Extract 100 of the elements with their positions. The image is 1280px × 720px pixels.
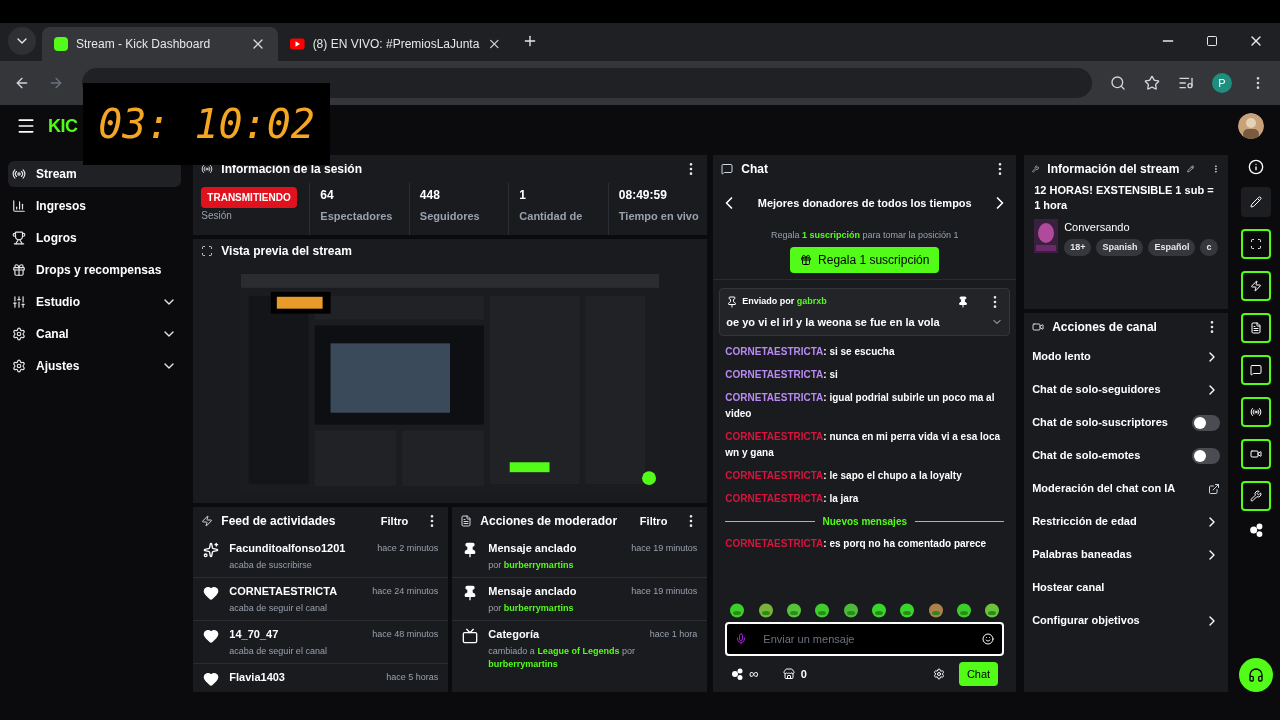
stat-label: Espectadores xyxy=(320,211,394,222)
heart-icon xyxy=(203,671,220,687)
channel-action-label[interactable]: Chat de solo-suscriptores xyxy=(1032,414,1193,431)
emote-icon[interactable] xyxy=(984,601,1001,618)
chat-message: CORNETAESTRICTA: si xyxy=(725,368,839,382)
sidebar-item[interactable]: Drops y recompensas xyxy=(8,257,182,283)
channel-action-label[interactable]: Palabras baneadas xyxy=(1032,546,1205,563)
toggle-switch[interactable] xyxy=(1192,447,1221,464)
channel-action-label[interactable]: Hostear canal xyxy=(1032,579,1221,596)
emote-icon[interactable] xyxy=(955,601,972,618)
action-detail: por burberrymartins xyxy=(488,558,575,572)
channel-action-label[interactable]: Chat de solo-seguidores xyxy=(1032,381,1205,398)
restore-icon[interactable] xyxy=(1206,35,1218,48)
microphone-icon[interactable] xyxy=(735,632,748,645)
zoom-icon[interactable] xyxy=(1110,75,1126,92)
panel-toggle-button[interactable] xyxy=(1241,229,1272,259)
stat-value: 64 xyxy=(320,189,335,201)
gift-subscription-button[interactable]: Regala 1 suscripción xyxy=(790,246,940,273)
menu-icon[interactable] xyxy=(16,116,36,136)
emote-icon[interactable] xyxy=(785,601,802,618)
action-detail: por burberrymartins xyxy=(488,601,575,615)
action-title: Mensaje anclado xyxy=(488,541,578,556)
edit-button[interactable] xyxy=(1241,187,1272,217)
action-title: Mensaje anclado xyxy=(488,584,578,599)
info-icon[interactable] xyxy=(1248,159,1265,175)
sidebar-item[interactable]: Stream xyxy=(8,161,182,187)
channel-action-label[interactable]: Configurar objetivos xyxy=(1032,612,1205,629)
tag-chip[interactable]: Spanish xyxy=(1096,238,1144,256)
sidebar-item[interactable]: Estudio xyxy=(8,289,182,315)
live-status-badge: TRANSMITIENDO xyxy=(201,187,297,208)
panel-toggle-button[interactable] xyxy=(1241,481,1272,511)
activity-time: hace 24 minutos xyxy=(372,585,439,598)
emote-icon[interactable] xyxy=(899,601,916,618)
tag-chip[interactable]: c xyxy=(1200,238,1218,256)
emote-icon[interactable] xyxy=(729,601,746,618)
sidebar-item[interactable]: Ingresos xyxy=(8,193,182,219)
browser-tab[interactable]: Stream - Kick Dashboard xyxy=(42,27,278,62)
sidebar-item[interactable]: Logros xyxy=(8,225,182,251)
send-chat-button[interactable]: Chat xyxy=(958,661,999,686)
channel-action-label[interactable]: Moderación del chat con IA xyxy=(1032,480,1209,497)
broadcast-icon xyxy=(201,163,214,175)
tag-chip[interactable]: Español xyxy=(1148,238,1196,256)
panel-title: Vista previa del stream xyxy=(221,243,352,260)
emote-icon[interactable] xyxy=(927,601,944,618)
support-button[interactable] xyxy=(1239,658,1274,692)
emote-icon[interactable] xyxy=(870,601,887,618)
panel-toggle-button[interactable] xyxy=(1241,271,1272,301)
bookmark-star-icon[interactable] xyxy=(1144,75,1160,92)
external-link-icon[interactable] xyxy=(1208,482,1221,495)
activity-user: Flavia1403 xyxy=(229,670,286,685)
gear-icon xyxy=(12,327,26,341)
channel-action-label[interactable]: Chat de solo-emotes xyxy=(1032,447,1193,464)
store-count: 0 xyxy=(800,666,807,682)
tag-chip[interactable]: 18+ xyxy=(1064,238,1092,256)
chat-message: CORNETAESTRICTA: le sapo el chupo a la loyalty xyxy=(725,469,963,483)
toggle-switch[interactable] xyxy=(1192,414,1221,431)
emote-icon[interactable] xyxy=(814,601,831,618)
activity-text: acaba de seguir el canal xyxy=(229,644,328,658)
sidebar-item[interactable]: Ajustes xyxy=(8,353,182,379)
panel-toggle-button[interactable] xyxy=(1241,355,1272,385)
pin-icon xyxy=(726,295,739,308)
points-icon[interactable] xyxy=(731,667,744,680)
emote-icon[interactable] xyxy=(757,601,774,618)
browser-tab[interactable]: (8) EN VIVO: #PremiosLaJunta xyxy=(278,27,514,62)
filter-button[interactable]: Filtro xyxy=(639,512,668,530)
headset-icon xyxy=(1248,667,1265,683)
gift-icon xyxy=(12,263,26,277)
filter-button[interactable]: Filtro xyxy=(380,512,409,530)
panel-title: Información del stream xyxy=(1047,161,1180,178)
store-icon[interactable] xyxy=(782,667,795,680)
new-messages-divider: Nuevos mensajes xyxy=(822,515,907,529)
chart-icon xyxy=(12,199,26,213)
unpin-icon[interactable] xyxy=(957,295,970,308)
channel-action-label[interactable]: Restricción de edad xyxy=(1032,513,1205,530)
gift-icon xyxy=(800,253,813,266)
panel-title: Feed de actividades xyxy=(221,513,337,530)
channel-action-label[interactable]: Modo lento xyxy=(1032,348,1205,365)
sliders-icon xyxy=(12,295,26,309)
lightning-icon xyxy=(1250,280,1263,292)
gift-prompt: Regala 1 suscripción para tomar la posición 1 xyxy=(770,229,959,242)
chat-message: CORNETAESTRICTA: la jara xyxy=(725,492,860,506)
action-time: hace 19 minutos xyxy=(631,542,698,555)
points-icon[interactable] xyxy=(1249,523,1264,537)
profile-avatar[interactable]: P xyxy=(1212,73,1232,94)
emoji-icon[interactable] xyxy=(982,632,995,645)
kick-logo[interactable]: KIC xyxy=(48,112,78,140)
emote-icon[interactable] xyxy=(842,601,859,618)
chat-icon xyxy=(721,163,734,175)
edit-icon[interactable] xyxy=(1187,163,1195,175)
panel-toggle-button[interactable] xyxy=(1241,439,1272,469)
message-input-field[interactable]: Enviar un mensaje xyxy=(725,621,1005,656)
activity-text: acaba de seguir el canal xyxy=(229,601,328,615)
category-name[interactable]: Conversando xyxy=(1064,219,1218,236)
panel-title: Chat xyxy=(741,161,769,178)
tab-title: Stream - Kick Dashboard xyxy=(76,36,212,54)
settings-icon[interactable] xyxy=(932,667,945,680)
broadcast-icon xyxy=(1250,406,1263,418)
panel-toggle-button[interactable] xyxy=(1241,313,1272,343)
sidebar-item[interactable]: Canal xyxy=(8,321,182,347)
panel-toggle-button[interactable] xyxy=(1241,397,1272,427)
